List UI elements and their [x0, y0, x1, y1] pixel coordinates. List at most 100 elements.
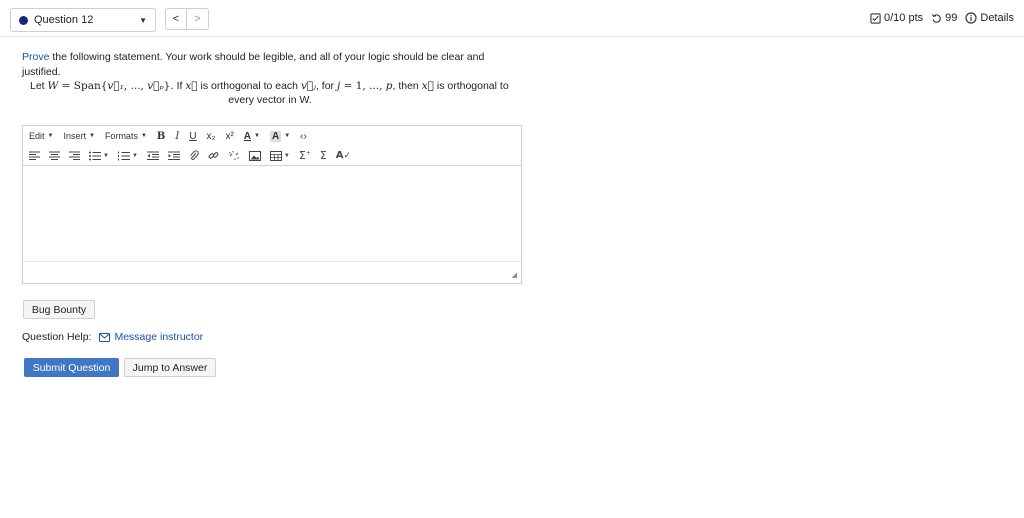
code-button[interactable]: ‹› — [300, 131, 307, 142]
align-right-icon — [69, 151, 80, 160]
stmt-ortho-to: is orthogonal to — [433, 80, 509, 92]
equation-button[interactable]: Σ — [320, 149, 327, 162]
underline-button[interactable]: U — [189, 131, 196, 142]
subscript-button[interactable]: x₂ — [207, 131, 216, 142]
attempts-value: 99 — [945, 12, 958, 24]
text-color-button[interactable]: A ▼ — [244, 131, 260, 142]
math-v1: v⃗₁ — [107, 80, 124, 92]
unlink-icon — [228, 151, 239, 160]
editor-status-bar: ◢ — [23, 262, 521, 282]
indent-icon — [167, 151, 180, 160]
image-icon — [248, 150, 261, 161]
outdent-icon — [146, 151, 159, 160]
editor-toolbar-top: Edit ▼ Insert ▼ Formats ▼ B I U x₂ x² A ▼ A ▼… — [23, 126, 521, 146]
stmt-if: If — [173, 80, 186, 92]
math-x2: x⃗ — [421, 80, 434, 92]
align-center-icon — [49, 151, 60, 160]
previous-question-button[interactable]: < — [165, 8, 187, 30]
table-button[interactable]: ▼ — [269, 150, 290, 161]
info-icon — [965, 12, 977, 24]
math-ellipsis: , ..., — [123, 80, 148, 92]
highlight-color-button[interactable]: A ▼ — [269, 130, 291, 142]
image-button[interactable] — [248, 150, 261, 161]
submit-question-button[interactable]: Submit Question — [24, 358, 119, 377]
retry-icon — [932, 13, 941, 23]
math-W2: W — [299, 94, 309, 106]
bullet-list-icon — [89, 151, 101, 160]
chevron-down-icon: ▼ — [284, 133, 291, 139]
numbered-list-button[interactable]: ▼ — [117, 151, 138, 161]
spellcheck-icon: A✓ — [335, 150, 352, 161]
question-help: Question Help: Message instructor — [22, 331, 203, 343]
envelope-icon — [99, 332, 111, 342]
question-help-label: Question Help: — [22, 331, 92, 343]
indent-button[interactable] — [167, 151, 180, 161]
stmt-then: , then — [392, 80, 422, 92]
attempts-display: 99 — [931, 12, 957, 24]
spellcheck-button[interactable]: A✓ — [336, 150, 351, 161]
math-span: = Span{ — [58, 80, 108, 92]
bug-bounty-button[interactable]: Bug Bounty — [23, 300, 95, 319]
top-bar: Question 12 ▼ < > 0/10 pts 99 Details — [0, 0, 1024, 37]
chevron-down-icon: ▼ — [88, 133, 95, 139]
chevron-down-icon: ▼ — [47, 133, 54, 139]
chevron-down-icon: ▼ — [140, 133, 147, 139]
statement-line-1: Let W = Span{v⃗₁, ..., v⃗ₚ}. If x⃗ is or… — [30, 78, 530, 94]
resize-handle-icon[interactable]: ◢ — [512, 271, 517, 279]
attach-button[interactable] — [189, 150, 199, 161]
math-vj: v⃗ⱼ — [300, 80, 316, 92]
next-question-button[interactable]: > — [187, 8, 209, 30]
question-prompt: Prove the following statement. Your work… — [22, 50, 522, 80]
checkbox-icon — [870, 12, 881, 24]
chevron-down-icon: ▼ — [139, 15, 147, 25]
menu-insert[interactable]: Insert ▼ — [63, 131, 94, 141]
superscript-button[interactable]: x² — [225, 131, 233, 142]
message-instructor-link[interactable]: Message instructor — [99, 331, 203, 343]
stmt-for: , for — [315, 80, 337, 92]
sigma-plus-icon: Σ+ — [298, 149, 311, 162]
question-selector[interactable]: Question 12 ▼ — [10, 8, 156, 32]
jump-to-answer-button[interactable]: Jump to Answer — [124, 358, 216, 377]
menu-formats[interactable]: Formats ▼ — [105, 131, 147, 141]
code-icon: ‹› — [300, 130, 307, 142]
details-label: Details — [980, 12, 1014, 24]
menu-insert-label: Insert — [63, 131, 86, 141]
math-editor-button[interactable]: Σ+ — [299, 149, 311, 162]
highlight-icon: A — [269, 130, 282, 142]
menu-formats-label: Formats — [104, 131, 138, 141]
chevron-down-icon: ▼ — [131, 152, 138, 159]
chevron-down-icon: ▼ — [103, 152, 109, 159]
details-button[interactable]: Details — [965, 12, 1014, 24]
stmt-ortho-each: is orthogonal to each — [197, 80, 301, 92]
unlink-button[interactable] — [228, 150, 240, 161]
stmt-every: every vector in — [228, 94, 300, 106]
outdent-button[interactable] — [146, 151, 159, 161]
answer-text-area[interactable] — [23, 166, 521, 262]
math-vp: v⃗ₚ — [147, 80, 164, 92]
math-x: x⃗ — [185, 80, 198, 92]
align-center-button[interactable] — [49, 151, 60, 161]
link-button[interactable] — [208, 150, 219, 161]
bullet-list-button[interactable]: ▼ — [89, 151, 109, 161]
math-p: p — [385, 80, 393, 92]
align-left-icon — [29, 151, 40, 160]
align-left-button[interactable] — [29, 151, 40, 161]
statement-line-2: every vector in W. — [0, 94, 540, 106]
table-icon — [269, 150, 282, 161]
stmt-let: Let — [30, 80, 48, 92]
points-display: 0/10 pts — [870, 12, 923, 24]
rich-text-editor: Edit ▼ Insert ▼ Formats ▼ B I U x₂ x² A ▼ A ▼… — [22, 125, 522, 284]
question-status-dot — [19, 15, 28, 25]
paperclip-icon — [190, 150, 199, 161]
message-instructor-label: Message instructor — [114, 331, 204, 343]
link-icon — [208, 152, 219, 159]
prompt-prove-word: Prove — [22, 51, 50, 63]
question-selector-label: Question 12 — [34, 14, 94, 26]
bold-button[interactable]: B — [157, 131, 165, 142]
italic-button[interactable]: I — [175, 131, 179, 142]
sigma-icon: Σ — [319, 149, 327, 162]
menu-edit-label: Edit — [29, 131, 45, 141]
align-right-button[interactable] — [69, 151, 80, 161]
menu-edit[interactable]: Edit ▼ — [29, 131, 53, 141]
prompt-text: the following statement. Your work shoul… — [22, 51, 485, 78]
